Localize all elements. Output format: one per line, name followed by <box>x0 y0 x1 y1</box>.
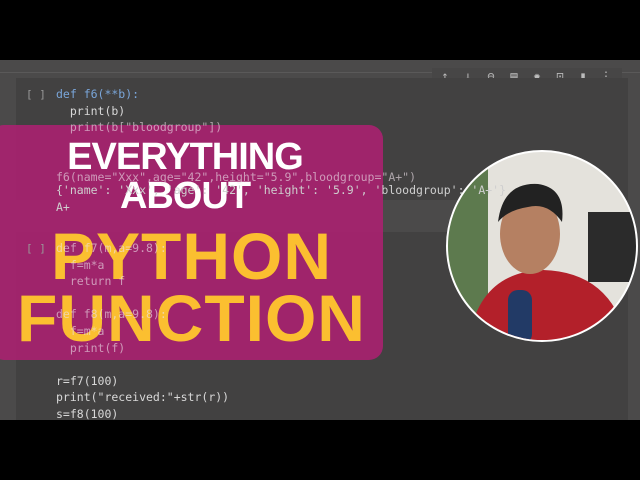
presenter-illustration <box>448 152 636 340</box>
code-line: print(b["bloodgroup"]) <box>56 120 223 134</box>
code-line: f=m*a <box>56 257 105 272</box>
presenter-photo <box>446 150 638 342</box>
code-line: r=f7(100) <box>56 373 119 388</box>
code-line: f=m*a <box>56 323 105 338</box>
cell2-code: def f7(m,a=9.8): f=m*a return f def f8(m… <box>56 240 229 420</box>
code-line: def f7(m,a=9.8): <box>56 241 167 255</box>
code-line: return f <box>56 274 126 289</box>
output-line: {'name': 'Xxx', 'age': '42', 'height': '… <box>56 183 507 197</box>
run-cell-button[interactable]: [ ] <box>26 242 46 255</box>
code-line: s=f8(100) <box>56 406 119 420</box>
code-line: def f8(m,a=9.8): <box>56 307 167 322</box>
code-line: def f6(**b): <box>56 87 140 101</box>
cell1-output: {'name': 'Xxx', 'age': '42', 'height': '… <box>56 182 506 216</box>
run-cell-button[interactable]: [ ] <box>26 88 46 101</box>
cell1-code: def f6(**b): print(b) print(b["bloodgrou… <box>56 86 416 185</box>
code-line: print(f) <box>56 340 126 355</box>
code-line: print(b) <box>56 103 126 118</box>
code-line: print("received:"+str(r)) <box>56 390 230 405</box>
output-line: A+ <box>56 200 70 214</box>
